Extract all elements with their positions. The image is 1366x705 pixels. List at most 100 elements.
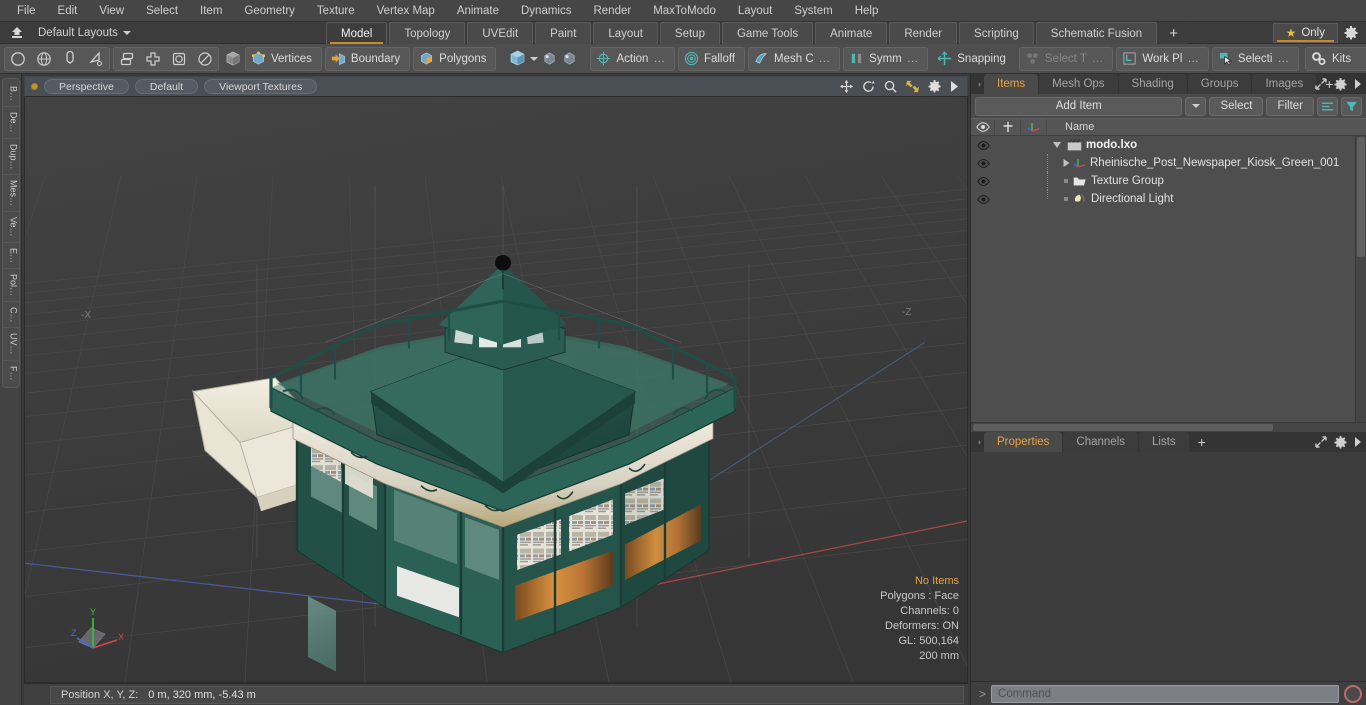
falloff-chip[interactable]: Falloff [677, 46, 746, 71]
list-options-icon[interactable] [1317, 96, 1338, 116]
layout-tab-game-tools[interactable]: Game Tools [721, 22, 814, 44]
props-menu-dot[interactable]: ◗ [975, 432, 984, 452]
layout-tab-schematic-fusion[interactable]: Schematic Fusion [1035, 22, 1158, 44]
record-icon[interactable] [1344, 684, 1362, 703]
snap-vertex-icon[interactable] [541, 48, 558, 70]
tab-images[interactable]: Images [1252, 74, 1317, 94]
play-icon[interactable] [1354, 437, 1362, 447]
layout-tab-animate[interactable]: Animate [815, 22, 888, 44]
only-toggle-button[interactable]: ★ Only [1272, 23, 1338, 43]
viewport-style-chip[interactable]: Default [134, 79, 199, 94]
item-cube-icon[interactable] [508, 48, 527, 70]
row-visibility-toggle[interactable] [971, 140, 995, 150]
chevron-down-icon[interactable] [530, 48, 539, 70]
menu-item-file[interactable]: File [6, 0, 47, 22]
filter-button[interactable]: Filter [1266, 96, 1314, 116]
menu-item-item[interactable]: Item [189, 0, 233, 22]
layout-tab-uvedit[interactable]: UVEdit [467, 22, 534, 44]
tab-shading[interactable]: Shading [1118, 74, 1187, 94]
items-tree[interactable]: modo.lxo Rheinische_Post_Newspaper_Kiosk… [971, 136, 1366, 422]
expand-arrow-icon[interactable] [1047, 141, 1067, 149]
mesh-constraint-chip[interactable]: Mesh C … [748, 46, 841, 71]
tab-lists[interactable]: Lists [1139, 432, 1189, 452]
move-icon[interactable] [840, 80, 853, 93]
add-layout-tab-button[interactable]: + [1159, 22, 1188, 44]
menu-item-help[interactable]: Help [844, 0, 890, 22]
expand-icon[interactable] [1315, 436, 1327, 448]
scrollbar-thumb[interactable] [973, 424, 1273, 431]
gear-icon[interactable] [1334, 435, 1347, 449]
column-transform[interactable] [1021, 119, 1047, 135]
menu-item-layout[interactable]: Layout [727, 0, 784, 22]
fit-icon[interactable] [906, 80, 919, 93]
expand-icon[interactable] [1315, 78, 1327, 90]
menu-item-vertex-map[interactable]: Vertex Map [366, 0, 446, 22]
table-row[interactable]: Directional Light [971, 190, 1366, 208]
work-plane-chip[interactable]: Work Pl … [1116, 46, 1209, 71]
tab-items[interactable]: Items [984, 74, 1039, 94]
viewport-projection-chip[interactable]: Perspective [44, 79, 129, 94]
menu-item-animate[interactable]: Animate [446, 0, 510, 22]
tree-item-directional-light[interactable]: Directional Light [1073, 193, 1173, 205]
table-row[interactable]: Rheinische_Post_Newspaper_Kiosk_Green_00… [971, 154, 1366, 172]
tree-item-texture-group[interactable]: Texture Group [1073, 175, 1164, 187]
left-tab-mesh-edit[interactable]: Mes… [2, 175, 19, 213]
selection-set-chip[interactable]: Selecti … [1211, 46, 1299, 71]
menu-item-system[interactable]: System [783, 0, 843, 22]
table-row[interactable]: Texture Group [971, 172, 1366, 190]
menu-item-texture[interactable]: Texture [306, 0, 366, 22]
add-item-button[interactable]: Add Item [975, 96, 1183, 116]
gear-icon[interactable] [1340, 23, 1362, 43]
kits-chip[interactable]: Kits [1304, 46, 1366, 71]
row-visibility-toggle[interactable] [971, 176, 995, 186]
row-visibility-toggle[interactable] [971, 194, 995, 204]
left-tab-polygon[interactable]: Pol… [2, 269, 19, 302]
circle-icon[interactable] [5, 48, 31, 70]
menu-item-maxtomodo[interactable]: MaxToModo [642, 0, 727, 22]
add-props-tab-button[interactable]: + [1190, 432, 1214, 452]
menu-item-select[interactable]: Select [135, 0, 189, 22]
left-tab-fusion[interactable]: F… [3, 361, 19, 386]
menu-item-render[interactable]: Render [582, 0, 642, 22]
left-tab-curve[interactable]: C… [2, 302, 19, 329]
tab-channels[interactable]: Channels [1063, 432, 1139, 452]
layout-preset-selector[interactable]: Default Layouts [34, 27, 135, 39]
left-tab-edge[interactable]: E… [2, 243, 19, 269]
home-icon[interactable] [6, 24, 28, 42]
tab-mesh-ops[interactable]: Mesh Ops [1039, 74, 1118, 94]
selection-mode-vertices[interactable]: Vertices [245, 46, 322, 71]
layout-tab-layout[interactable]: Layout [593, 22, 658, 44]
row-visibility-toggle[interactable] [971, 158, 995, 168]
command-input[interactable] [991, 684, 1339, 703]
snap-edge-icon[interactable] [561, 48, 578, 70]
panel-menu-dot[interactable]: ◗ [975, 74, 984, 94]
left-tab-duplicate[interactable]: Dup… [2, 139, 19, 176]
layout-tab-render[interactable]: Render [889, 22, 958, 44]
gear-icon[interactable] [928, 80, 941, 93]
collapse-arrow-icon[interactable] [1059, 159, 1073, 167]
selection-mode-polygons[interactable]: Polygons [413, 46, 497, 71]
disc-icon[interactable] [192, 48, 218, 70]
rotate-icon[interactable] [862, 80, 875, 93]
menu-item-view[interactable]: View [88, 0, 135, 22]
selection-mode-boundary[interactable]: Boundary [324, 46, 411, 71]
items-tree-horizontal-scrollbar[interactable] [971, 422, 1366, 432]
3d-viewport[interactable]: -X -Z Y X Z No Items Polygons: Face Cha… [24, 96, 968, 683]
table-row[interactable]: modo.lxo [971, 136, 1366, 154]
tab-groups[interactable]: Groups [1187, 74, 1252, 94]
select-button[interactable]: Select [1209, 96, 1264, 116]
cone-icon[interactable] [83, 48, 109, 70]
tree-item-mesh[interactable]: Rheinische_Post_Newspaper_Kiosk_Green_00… [1073, 157, 1339, 169]
sphere-icon[interactable] [31, 48, 57, 70]
rounded-square-icon[interactable] [166, 48, 192, 70]
layout-tab-topology[interactable]: Topology [389, 22, 466, 44]
capsule-icon[interactable] [57, 48, 83, 70]
cross-icon[interactable] [140, 48, 166, 70]
left-tab-vertex[interactable]: Ve… [2, 212, 19, 243]
menu-item-edit[interactable]: Edit [47, 0, 89, 22]
array-icon[interactable] [114, 48, 140, 70]
layout-tab-paint[interactable]: Paint [535, 22, 592, 44]
cube-icon[interactable] [224, 48, 242, 70]
filter-funnel-icon[interactable] [1341, 96, 1362, 116]
select-through-chip[interactable]: Select T … [1018, 46, 1114, 71]
